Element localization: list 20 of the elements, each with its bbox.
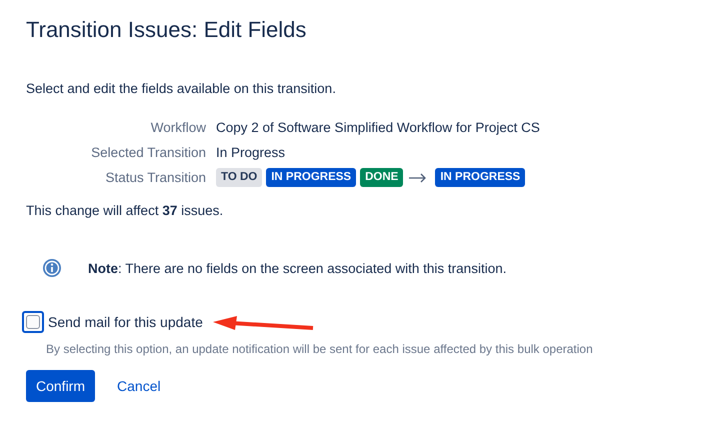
hint-text: By selecting this option, an update notification will be sent for each issue affected by this bulk operation xyxy=(46,342,594,356)
status-lozenge: TO DO xyxy=(216,168,262,187)
page-title: Transition Issues: Edit Fields xyxy=(26,17,308,43)
affect-text: This change will affect 37 issues. xyxy=(26,203,224,218)
field-label: Workflow xyxy=(150,119,206,137)
field-value: In Progress xyxy=(216,144,286,162)
field-label: Status Transition xyxy=(104,169,206,187)
cancel-link[interactable]: Cancel xyxy=(105,370,173,402)
status-lozenge: IN PROGRESS xyxy=(266,168,356,187)
note-text: Note: There are no fields on the screen associated with this transition. xyxy=(88,260,506,276)
status-lozenge: DONE xyxy=(360,168,404,187)
intro-text: Select and edit the fields available on this transition. xyxy=(26,81,337,96)
status-lozenge: IN PROGRESS xyxy=(435,168,526,187)
info-icon xyxy=(42,258,62,278)
field-label: Selected Transition xyxy=(90,144,206,162)
send-mail-label[interactable]: Send mail for this update xyxy=(48,314,203,330)
send-mail-checkbox[interactable] xyxy=(26,315,40,329)
confirm-button[interactable]: Confirm xyxy=(26,370,96,402)
right-arrow-icon xyxy=(409,172,428,182)
field-value: Copy 2 of Software Simplified Workflow for Project CS xyxy=(216,119,541,137)
